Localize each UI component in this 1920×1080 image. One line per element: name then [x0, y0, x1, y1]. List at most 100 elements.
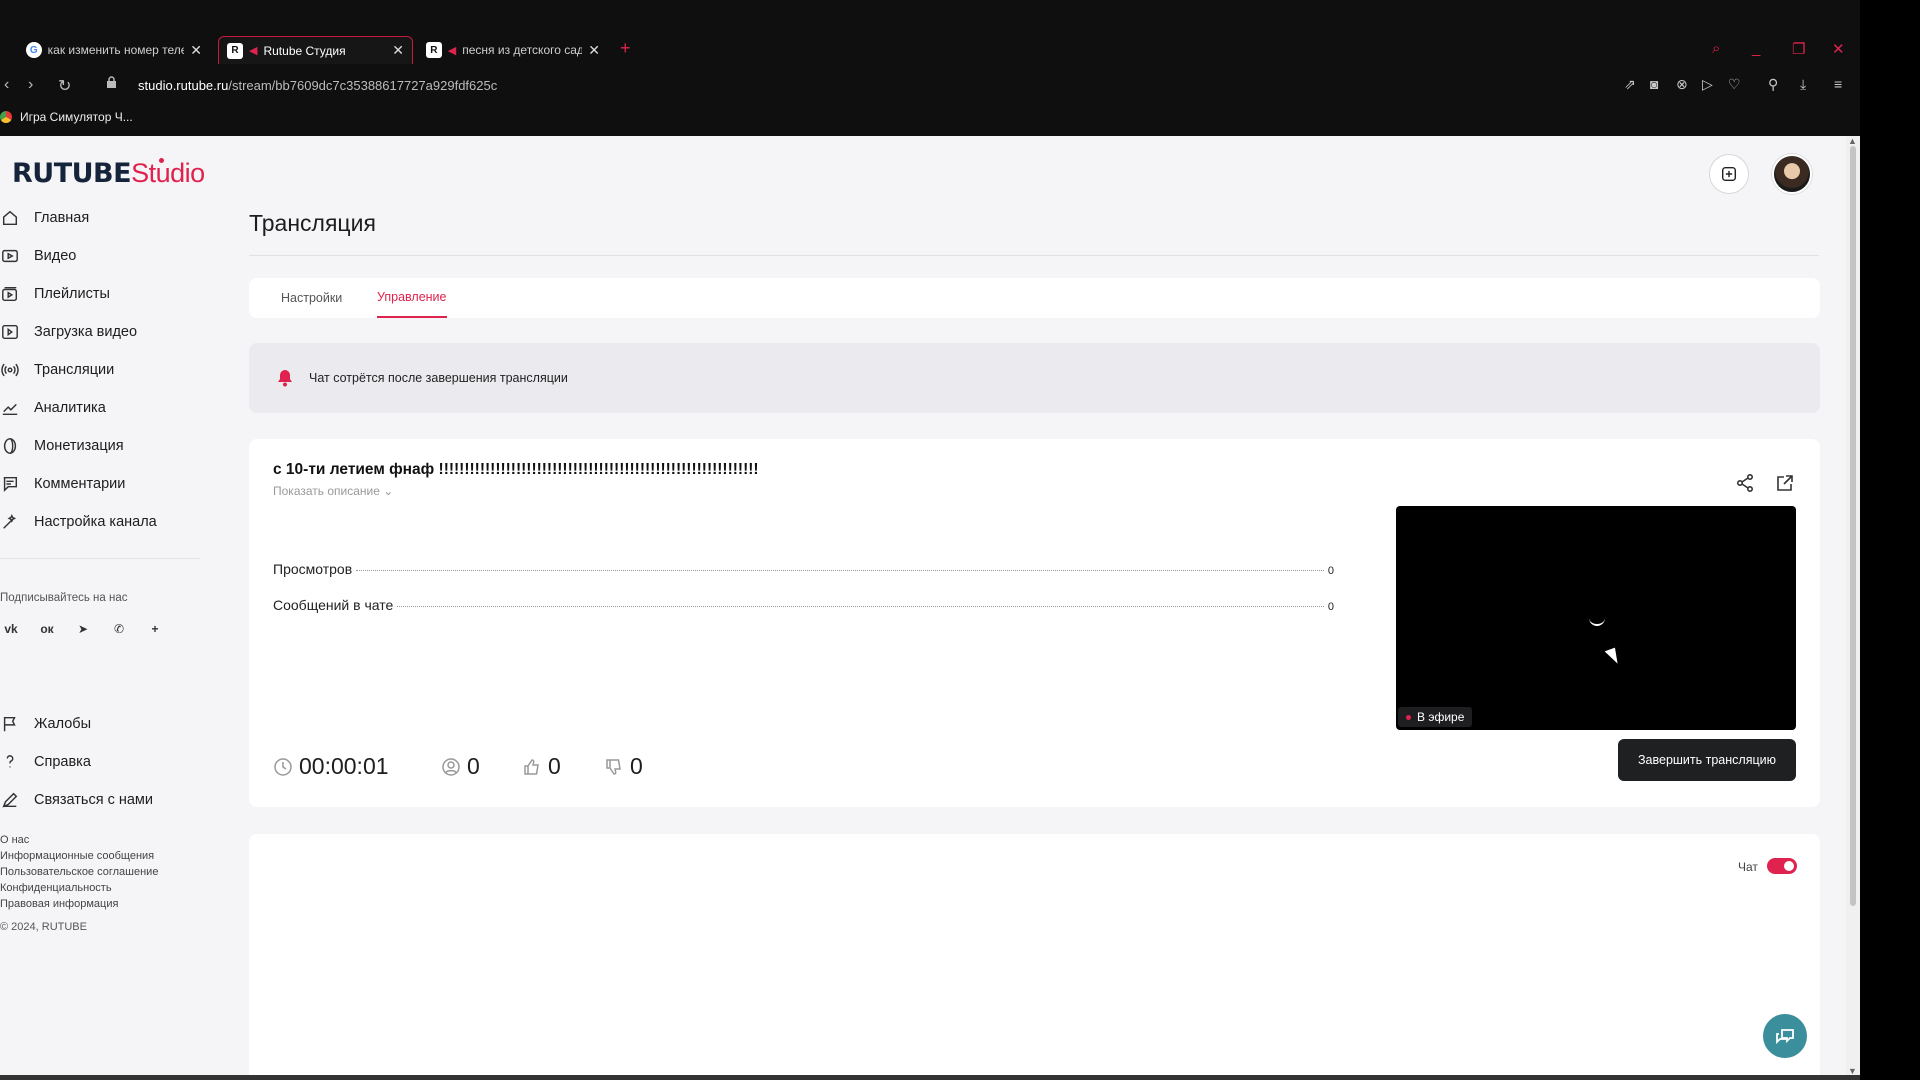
footer-link-info[interactable]: Информационные сообщения	[0, 850, 154, 862]
send-icon[interactable]: ▷	[1702, 76, 1713, 93]
browser-tab[interactable]: R ◀ песня из детского сад ✕	[418, 36, 608, 64]
sidebar-item-monetization[interactable]: Монетизация	[0, 434, 124, 458]
footer-link-legal[interactable]: Правовая информация	[0, 898, 118, 910]
browser-tab-active[interactable]: R ◀ Rutube Студия ✕	[218, 36, 413, 64]
analytics-icon	[0, 398, 20, 418]
menu-icon[interactable]: ≡	[1834, 76, 1842, 92]
sidebar-item-label: Плейлисты	[34, 286, 110, 302]
ok-icon[interactable]: ок	[38, 620, 56, 638]
footer-link-about[interactable]: О нас	[0, 834, 29, 846]
create-button[interactable]	[1709, 154, 1749, 194]
sidebar-item-complaints[interactable]: Жалобы	[0, 712, 91, 736]
end-stream-button[interactable]: Завершить трансляцию	[1618, 739, 1796, 781]
show-description-toggle[interactable]: Показать описание ⌄	[273, 484, 393, 498]
more-social-icon[interactable]: +	[146, 620, 164, 638]
loading-spinner-icon	[1589, 618, 1605, 626]
tab-settings[interactable]: Настройки	[281, 278, 342, 318]
thumbs-down-icon	[606, 758, 621, 775]
speaker-icon[interactable]: ◀	[448, 44, 456, 57]
broadcast-icon	[0, 360, 20, 380]
chat-toggle[interactable]	[1767, 858, 1797, 874]
avatar[interactable]	[1772, 154, 1812, 194]
sidebar-item-label: Загрузка видео	[34, 324, 138, 340]
sidebar-divider	[0, 558, 200, 559]
sidebar-item-home[interactable]: Главная	[0, 206, 89, 230]
stat-views: Просмотров 0	[273, 561, 1334, 577]
url-host: studio.rutube.ru	[138, 78, 229, 93]
open-external-icon[interactable]	[1775, 473, 1795, 493]
live-badge: В эфире	[1398, 707, 1473, 727]
block-icon[interactable]: ⊗	[1676, 76, 1688, 93]
rutube-studio-logo[interactable]: RUTUBEStudio	[12, 158, 205, 189]
lock-icon	[107, 76, 116, 88]
vk-icon[interactable]: vk	[2, 620, 20, 638]
close-icon[interactable]: ✕	[588, 42, 600, 59]
follow-us-title: Подписывайтесь на нас	[0, 592, 128, 604]
sidebar-item-channel-settings[interactable]: Настройка канала	[0, 510, 157, 534]
dotted-leader	[356, 570, 1324, 571]
sidebar-item-broadcasts[interactable]: Трансляции	[0, 358, 114, 382]
sidebar-item-label: Справка	[34, 754, 91, 770]
support-chat-button[interactable]	[1763, 1014, 1807, 1058]
dislikes-value: 0	[630, 753, 643, 779]
flag-icon	[0, 714, 20, 734]
reload-icon[interactable]: ↻	[58, 76, 71, 96]
bookmark-item[interactable]: Игра Симулятор Ч...	[0, 110, 133, 124]
scrollbar-thumb[interactable]	[1850, 146, 1856, 906]
tabs-card: Настройки Управление	[249, 278, 1820, 318]
scroll-up-icon[interactable]: ▲	[1848, 136, 1857, 146]
footer-link-terms[interactable]: Пользовательское соглашение	[0, 866, 158, 878]
rutube-icon: R	[227, 42, 243, 59]
sidebar-item-label: Настройка канала	[34, 514, 157, 530]
stream-likes: 0	[522, 753, 561, 780]
tab-strip: G как изменить номер теле ✕ R ◀ Rutube С…	[0, 36, 1860, 64]
sidebar-item-video[interactable]: Видео	[0, 244, 76, 268]
sidebar-item-analytics[interactable]: Аналитика	[0, 396, 106, 420]
telegram-icon[interactable]: ➤	[74, 620, 92, 638]
share-icon[interactable]	[1735, 473, 1755, 493]
browser-chrome: G как изменить номер теле ✕ R ◀ Rutube С…	[0, 0, 1860, 136]
wand-icon	[0, 512, 20, 532]
sidebar-item-comments[interactable]: Комментарии	[0, 472, 125, 496]
bookmark-label: Игра Симулятор Ч...	[20, 110, 133, 124]
new-tab-icon[interactable]: +	[620, 38, 631, 59]
logo-dot	[159, 158, 164, 163]
page-scrollbar[interactable]: ▲ ▼	[1846, 136, 1860, 1080]
tab-title: песня из детского сад	[462, 43, 583, 57]
search-icon[interactable]: ⌕	[1712, 40, 1720, 57]
viber-icon[interactable]: ✆	[110, 620, 128, 638]
bell-icon	[278, 370, 292, 387]
profile-icon[interactable]: ⚲	[1768, 76, 1778, 93]
chat-notice: Чат сотрётся после завершения трансляции	[249, 343, 1820, 413]
close-window-icon[interactable]: ✕	[1832, 40, 1845, 58]
sidebar-item-upload[interactable]: Загрузка видео	[0, 320, 137, 344]
horizontal-scrollbar[interactable]	[0, 1075, 1860, 1080]
sidebar-item-help[interactable]: Справка	[0, 750, 91, 774]
tab-management[interactable]: Управление	[377, 278, 447, 318]
share-page-icon[interactable]: ⇗	[1624, 76, 1636, 93]
stream-preview[interactable]: В эфире	[1396, 506, 1796, 730]
heart-icon[interactable]: ♡	[1728, 76, 1741, 93]
stat-label: Просмотров	[273, 561, 353, 577]
sidebar-item-playlists[interactable]: Плейлисты	[0, 282, 110, 306]
sidebar-item-label: Главная	[34, 210, 90, 226]
minimize-icon[interactable]: _	[1752, 40, 1760, 57]
back-icon[interactable]: ‹	[4, 76, 9, 94]
video-icon	[0, 246, 20, 266]
speaker-icon[interactable]: ◀	[249, 44, 257, 57]
sidebar-item-label: Связаться с нами	[34, 792, 154, 808]
sidebar-item-contact[interactable]: Связаться с нами	[0, 788, 153, 812]
camera-icon[interactable]: ◙	[1650, 76, 1658, 92]
studio-page: RUTUBEStudio Главная Видео Плейлисты Заг…	[0, 136, 1860, 1080]
forward-icon[interactable]: ›	[28, 76, 33, 94]
browser-tab[interactable]: G как изменить номер теле ✕	[18, 36, 210, 64]
restore-icon[interactable]: ❐	[1792, 40, 1805, 58]
show-description-label: Показать описание	[273, 484, 380, 498]
close-icon[interactable]: ✕	[392, 42, 404, 59]
footer-link-privacy[interactable]: Конфиденциальность	[0, 882, 112, 894]
address-bar[interactable]: studio.rutube.ru/stream/bb7609dc7c353886…	[138, 78, 497, 93]
download-icon[interactable]: ⤓	[1800, 76, 1806, 93]
live-badge-label: В эфире	[1417, 710, 1465, 724]
close-icon[interactable]: ✕	[190, 42, 202, 59]
viewer-icon	[442, 757, 460, 776]
